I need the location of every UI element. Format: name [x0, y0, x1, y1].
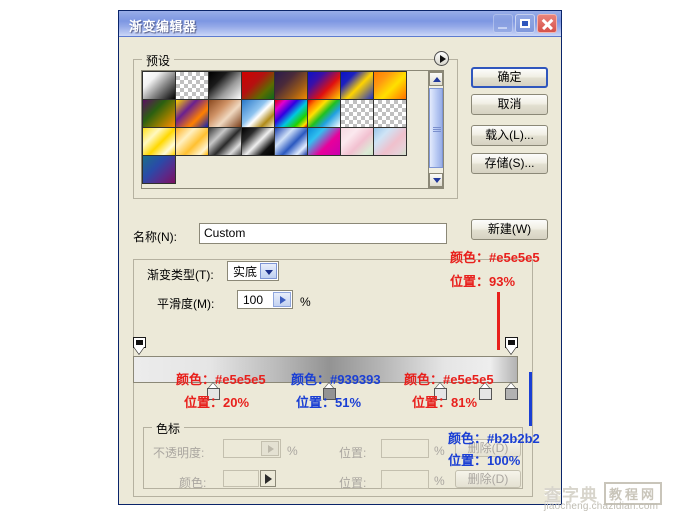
annotation-color-93: 颜色：#e5e5e5: [450, 250, 540, 265]
watermark-url: jiaocheng.chazidian.com: [544, 501, 659, 512]
preset-swatch-transparent-stripes[interactable]: [340, 99, 374, 128]
preset-swatch-copper[interactable]: [208, 99, 242, 128]
preset-swatch-teal-violet[interactable]: [142, 155, 176, 184]
preset-swatch-panel[interactable]: [141, 70, 444, 189]
preset-swatch-orange-yellow-orange[interactable]: [373, 71, 407, 100]
annotation-color-100: 颜色：#b2b2b2: [448, 431, 540, 446]
window-title: 渐变编辑器: [129, 19, 197, 34]
annotation-position-81: 位置：81%: [412, 395, 478, 410]
annotation-color-51: 颜色：#939393: [291, 372, 381, 387]
opacity-unit: %: [287, 444, 298, 458]
close-button[interactable]: [537, 14, 557, 33]
gradient-type-select[interactable]: 实底: [227, 261, 279, 281]
position-input-2: [381, 470, 429, 489]
annotation-position-93: 位置：93%: [450, 274, 516, 289]
preset-group-label: 预设: [142, 52, 175, 69]
opacity-stepper-arrow-icon: [261, 441, 279, 456]
color-stop-5[interactable]: [505, 383, 518, 400]
preset-swatch-foreground-to-background[interactable]: [142, 71, 176, 100]
preset-swatch-blue-red-yellow[interactable]: [307, 71, 341, 100]
annotation-leader-93: [497, 292, 500, 350]
preset-menu-arrow-icon[interactable]: [434, 51, 449, 66]
preset-swatch-blue-pink[interactable]: [307, 127, 341, 156]
annotation-color-20: 颜色：#e5e5e5: [176, 372, 266, 387]
preset-swatch-violet-orange[interactable]: [274, 71, 308, 100]
preset-swatch-steel-bar[interactable]: [208, 127, 242, 156]
preset-swatch-yellow-violet-orange-blue[interactable]: [175, 99, 209, 128]
color-swatch: [223, 470, 259, 487]
position-unit-2: %: [434, 474, 445, 488]
annotation-color-81: 颜色：#e5e5e5: [404, 372, 494, 387]
ok-button[interactable]: 确定: [471, 67, 548, 88]
color-label: 颜色:: [179, 476, 207, 490]
preset-swatch-pastel-blue-pink[interactable]: [373, 127, 407, 156]
load-button[interactable]: 载入(L)...: [471, 125, 548, 146]
preset-swatch-orange-cream[interactable]: [175, 127, 209, 156]
new-button[interactable]: 新建(W): [471, 219, 548, 240]
smoothness-label: 平滑度(M):: [157, 297, 215, 311]
preset-swatch-blue-steel[interactable]: [274, 127, 308, 156]
scroll-up-arrow-icon[interactable]: [429, 72, 443, 86]
color-picker-arrow-icon: [260, 470, 276, 487]
preset-swatch-transparent-rainbow[interactable]: [307, 99, 341, 128]
smoothness-value: 100: [243, 292, 264, 307]
stops-group-label: 色标: [152, 420, 185, 437]
minimize-button[interactable]: [493, 14, 513, 33]
position-label-1: 位置:: [339, 446, 367, 460]
opacity-label: 不透明度:: [153, 446, 205, 460]
preset-swatch-spectrum[interactable]: [274, 99, 308, 128]
preset-swatch-red-green[interactable]: [241, 71, 275, 100]
opacity-stop-left[interactable]: [133, 337, 146, 354]
cancel-button[interactable]: 取消: [471, 94, 548, 115]
preset-swatch-violet-green-orange[interactable]: [142, 99, 176, 128]
annotation-leader-100: [529, 372, 532, 426]
maximize-button[interactable]: [515, 14, 535, 33]
watermark: 查字典 教程网 jiaocheng.chazidian.com: [544, 481, 678, 513]
scroll-down-arrow-icon[interactable]: [429, 173, 443, 187]
position-unit-1: %: [434, 444, 445, 458]
preset-swatch-black-white[interactable]: [208, 71, 242, 100]
opacity-stop-right[interactable]: [505, 337, 518, 354]
title-bar[interactable]: 渐变编辑器: [119, 11, 561, 37]
preset-swatch-pastel-pink-green[interactable]: [340, 127, 374, 156]
smoothness-stepper-arrow-icon[interactable]: [273, 292, 291, 307]
opacity-input: [223, 439, 281, 458]
window-controls: [493, 14, 557, 33]
preset-swatch-yellow-white-stripes[interactable]: [142, 127, 176, 156]
position-input-1: [381, 439, 429, 458]
smoothness-input[interactable]: 100: [237, 290, 293, 309]
save-button[interactable]: 存储(S)...: [471, 153, 548, 174]
preset-swatch-foreground-to-transparent[interactable]: [175, 71, 209, 100]
preset-swatch-chrome[interactable]: [241, 99, 275, 128]
position-label-2: 位置:: [339, 476, 367, 490]
preset-swatch-transparent-gray[interactable]: [373, 99, 407, 128]
gradient-preview-area: [133, 337, 533, 400]
preset-scrollbar[interactable]: [428, 71, 444, 188]
annotation-position-51: 位置：51%: [296, 395, 362, 410]
smoothness-unit: %: [300, 295, 311, 309]
annotation-position-100: 位置：100%: [448, 453, 521, 468]
gradient-type-label: 渐变类型(T):: [147, 268, 214, 282]
scroll-thumb[interactable]: [429, 88, 443, 168]
delete-button-2: 删除(D): [455, 470, 521, 488]
name-label: 名称(N):: [133, 230, 177, 244]
annotation-position-20: 位置：20%: [184, 395, 250, 410]
gradient-type-value: 实底: [233, 264, 258, 279]
preset-swatch-blue-yellow-blue[interactable]: [340, 71, 374, 100]
chevron-down-icon[interactable]: [260, 263, 277, 279]
preset-group: 预设: [133, 51, 458, 199]
preset-swatch-grid: [142, 71, 423, 184]
name-input[interactable]: Custom: [199, 223, 447, 244]
preset-swatch-black-silver[interactable]: [241, 127, 275, 156]
